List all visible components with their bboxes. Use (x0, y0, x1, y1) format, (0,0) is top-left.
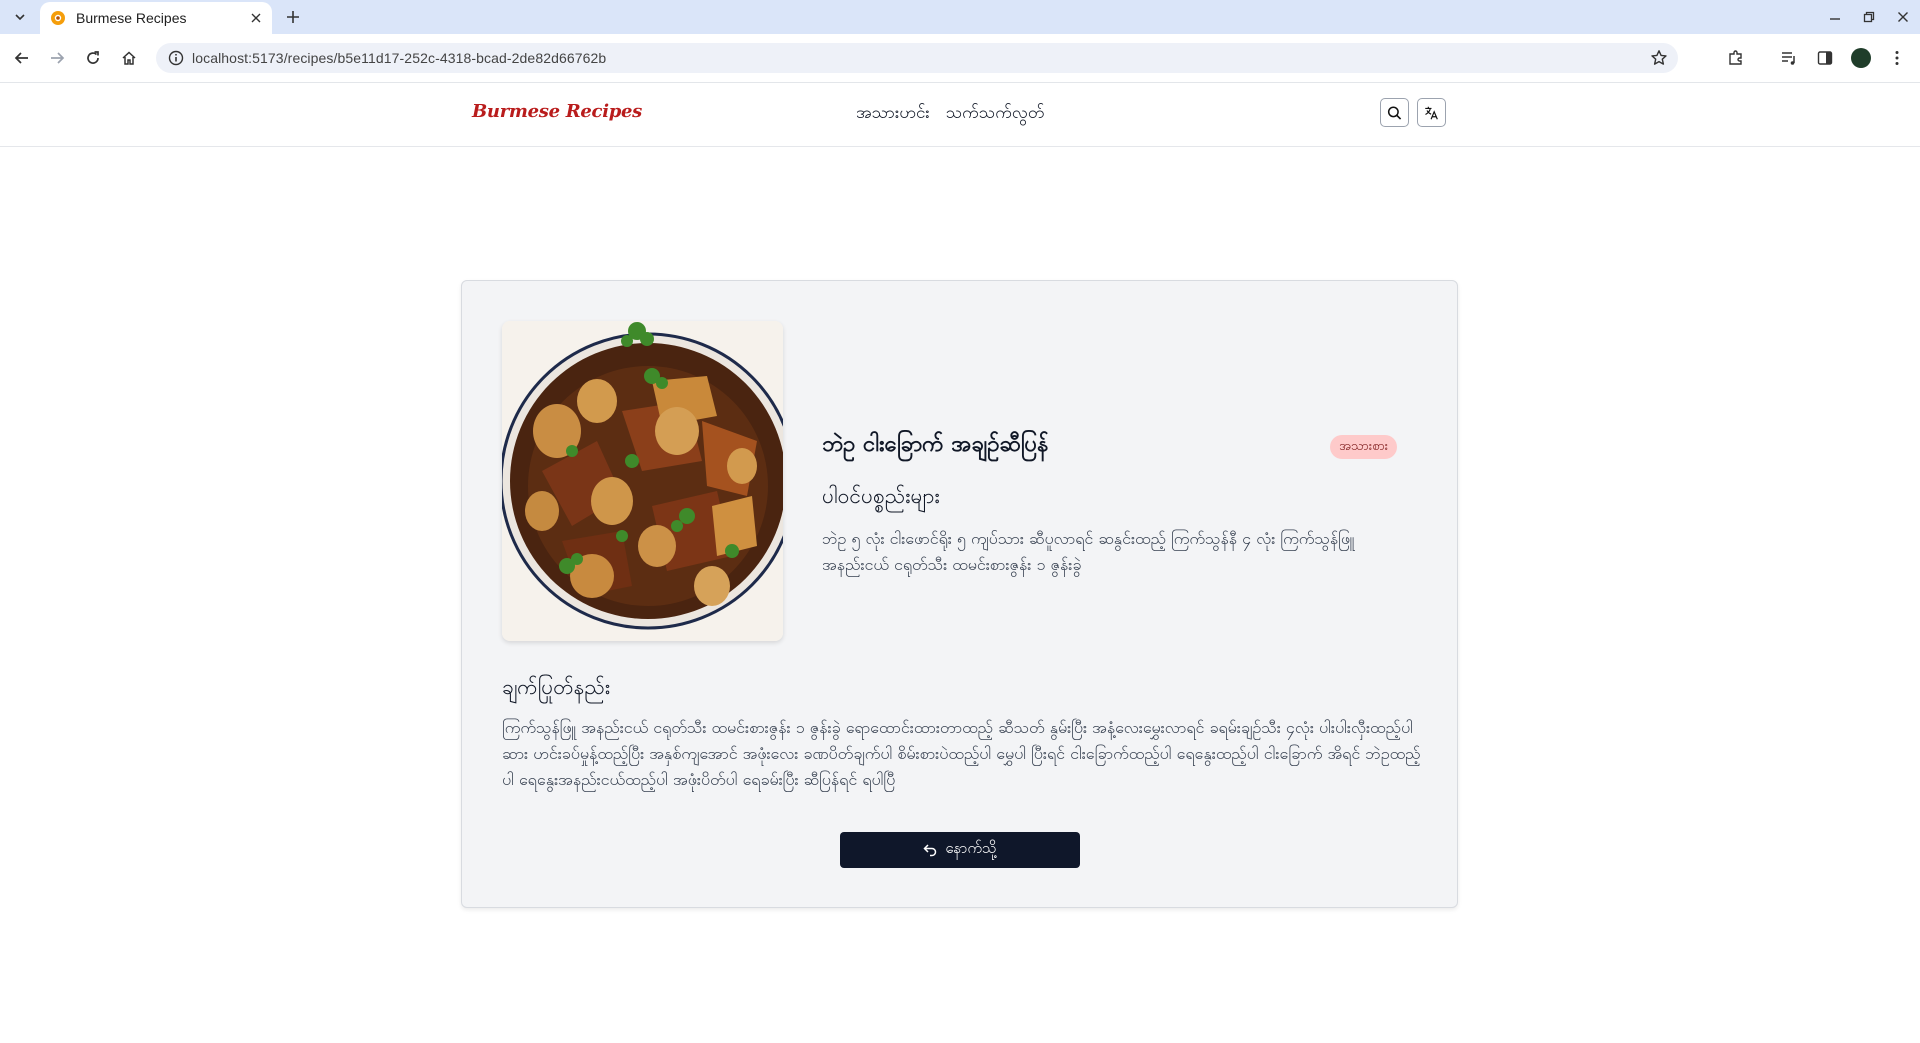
recipe-card: ဘဲဥ ငါးခြောက် အချဉ်ဆီပြန် အသားစား ပါဝင်ပ… (461, 280, 1458, 908)
translate-icon (1425, 106, 1438, 119)
nav-link-vegetarian[interactable]: သက်သက်လွတ် (946, 102, 1045, 127)
back-button[interactable]: နောက်သို့ (840, 832, 1080, 868)
search-button[interactable] (1380, 98, 1409, 127)
recipe-title: ဘဲဥ ငါးခြောက် အချဉ်ဆီပြန် (822, 432, 1049, 457)
media-controls-icon[interactable] (1777, 46, 1801, 70)
close-window-icon[interactable] (1893, 7, 1913, 27)
browser-toolbar: localhost:5173/recipes/b5e11d17-252c-431… (0, 34, 1920, 83)
extensions-puzzle-icon[interactable] (1724, 46, 1748, 70)
site-logo[interactable]: Burmese Recipes (472, 101, 642, 122)
site-header: Burmese Recipes အသားဟင်း သက်သက်လွတ် (0, 83, 1920, 147)
search-icon (1387, 105, 1402, 120)
close-tab-icon[interactable] (248, 10, 264, 26)
nav-link-meat[interactable]: အသားဟင်း (856, 102, 930, 127)
instructions-text: ကြက်သွန်ဖြူ အနည်းငယ် ငရုတ်သီး ထမင်းစားဇွ… (502, 718, 1421, 789)
language-toggle-button[interactable] (1417, 98, 1446, 127)
tab-title: Burmese Recipes (76, 10, 187, 26)
instructions-heading: ချက်ပြုတ်နည်း (502, 675, 611, 699)
bookmark-star-icon[interactable] (1650, 49, 1668, 67)
category-badge: အသားစား (1330, 435, 1398, 459)
profile-avatar-icon[interactable] (1849, 46, 1873, 70)
recipe-image (502, 321, 783, 641)
site-info-icon[interactable] (168, 50, 184, 66)
url-text[interactable]: localhost:5173/recipes/b5e11d17-252c-431… (192, 50, 606, 66)
browser-tab-strip: Burmese Recipes (0, 0, 1920, 34)
side-panel-icon[interactable] (1813, 46, 1837, 70)
tab-list-chevron-icon[interactable] (8, 6, 32, 28)
browser-menu-kebab-icon[interactable] (1885, 46, 1909, 70)
new-tab-plus-icon[interactable] (282, 6, 304, 28)
back-arrow-icon[interactable] (10, 46, 34, 70)
browser-tab[interactable]: Burmese Recipes (40, 2, 272, 34)
address-bar[interactable]: localhost:5173/recipes/b5e11d17-252c-431… (156, 43, 1678, 73)
tab-favicon-icon (50, 10, 66, 26)
minimize-window-icon[interactable] (1825, 7, 1845, 27)
home-icon[interactable] (117, 46, 141, 70)
main-nav: အသားဟင်း သက်သက်လွတ် (856, 102, 1044, 127)
back-button-label: နောက်သို့ (945, 840, 997, 857)
reload-icon[interactable] (81, 46, 105, 70)
forward-arrow-icon[interactable] (45, 46, 69, 70)
ingredients-heading: ပါဝင်ပစ္စည်းများ (822, 484, 940, 508)
undo-arrow-icon (923, 844, 937, 857)
restore-window-icon[interactable] (1859, 7, 1879, 27)
ingredients-text: ဘဲဥ ၅ လုံး ငါးဖောင်ရိုး ၅ ကျပ်သား ဆီပူလာ… (822, 529, 1355, 574)
